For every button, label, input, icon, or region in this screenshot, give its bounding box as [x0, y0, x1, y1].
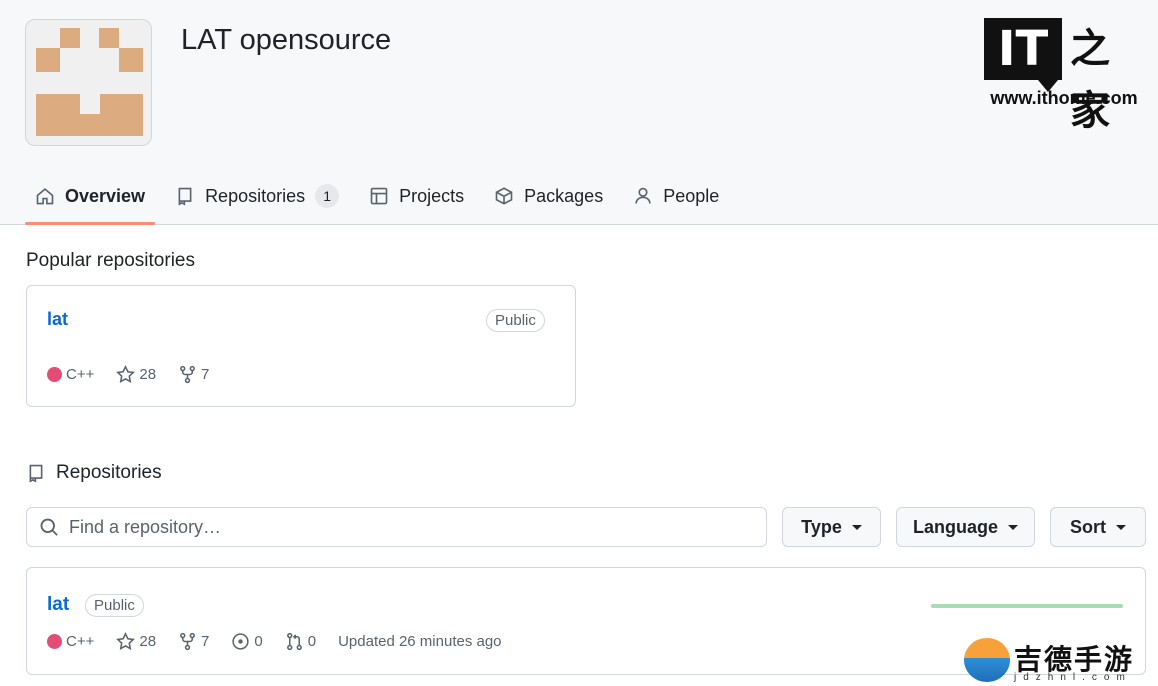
- tab-projects[interactable]: Projects: [359, 170, 474, 222]
- tab-label: People: [663, 185, 720, 206]
- watermark-url: www.ithome.com: [990, 88, 1138, 108]
- forks-count: 7: [201, 633, 210, 650]
- language-label: C++: [66, 366, 95, 383]
- package-icon: [495, 187, 513, 205]
- watermark-brand-cn: 之家: [1070, 27, 1110, 133]
- repositories-heading: Repositories: [26, 462, 162, 484]
- language-item: C++: [47, 633, 94, 650]
- caret-down-icon: [1116, 524, 1126, 530]
- sort-label: Sort: [1070, 516, 1106, 537]
- tab-overview[interactable]: Overview: [25, 170, 156, 225]
- repo-meta: C++ 28 7: [47, 365, 231, 384]
- language-filter-label: Language: [912, 516, 998, 537]
- repo-meta: C++ 28 7 0 0 Updated 26 minutes ago: [47, 632, 502, 651]
- language-dot: [47, 367, 62, 382]
- issue-icon: [232, 633, 250, 650]
- home-icon: [36, 188, 54, 205]
- search-input[interactable]: [69, 516, 749, 538]
- forks-link[interactable]: 7: [178, 365, 209, 384]
- forks-link[interactable]: 7: [178, 632, 209, 651]
- popular-repo-link[interactable]: lat: [47, 309, 68, 330]
- issues-link[interactable]: 0: [231, 632, 263, 651]
- tab-repositories[interactable]: Repositories 1: [165, 170, 349, 222]
- updated-time: Updated 26 minutes ago: [338, 633, 502, 650]
- visibility-badge: Public: [486, 309, 545, 332]
- tab-people[interactable]: People: [623, 170, 729, 222]
- stars-count: 28: [139, 366, 157, 383]
- pull-requests-link[interactable]: 0: [285, 632, 316, 651]
- type-filter-button[interactable]: Type: [782, 507, 881, 547]
- watermark-brand: IT: [984, 18, 1062, 92]
- jdzhnl-watermark: 吉德手游网 jdzhnl.com: [964, 638, 1154, 686]
- repo-icon: [178, 187, 192, 206]
- person-icon: [635, 187, 651, 204]
- star-icon: [116, 365, 136, 383]
- fork-icon: [180, 632, 195, 651]
- forks-count: 7: [201, 366, 210, 383]
- tab-label: Overview: [65, 185, 146, 206]
- org-nav: Overview Repositories 1 Projects Package…: [25, 170, 739, 225]
- watermark2-url: jdzhnl.com: [1014, 672, 1132, 683]
- stars-link[interactable]: 28: [116, 365, 156, 384]
- visibility-badge: Public: [85, 594, 144, 617]
- type-filter-label: Type: [801, 516, 842, 537]
- pull-requests-count: 0: [307, 633, 317, 650]
- table-icon: [370, 187, 388, 205]
- repo-name-link[interactable]: lat: [47, 594, 69, 616]
- fork-icon: [180, 365, 195, 384]
- stars-count: 28: [139, 633, 157, 650]
- popular-repositories-title: Popular repositories: [26, 250, 195, 271]
- sort-button[interactable]: Sort: [1050, 507, 1146, 547]
- language-item: C++: [47, 366, 94, 383]
- repo-count-badge: 1: [315, 184, 340, 208]
- popular-repo-card: lat Public C++ 28 7: [26, 285, 576, 407]
- repositories-title: Repositories: [56, 462, 162, 483]
- ithome-watermark: IT 之家 www.ithome.com: [984, 18, 1144, 133]
- caret-down-icon: [851, 524, 862, 530]
- language-label: C++: [66, 633, 95, 650]
- jdzhnl-logo-icon: [964, 638, 1010, 682]
- search-icon: [40, 518, 58, 536]
- issues-count: 0: [254, 633, 263, 650]
- repo-search: [26, 507, 767, 547]
- tab-packages[interactable]: Packages: [484, 170, 613, 222]
- tab-label: Projects: [399, 185, 465, 206]
- tab-label: Packages: [524, 185, 604, 206]
- stars-link[interactable]: 28: [116, 632, 156, 651]
- language-dot: [47, 634, 62, 649]
- star-icon: [116, 632, 136, 650]
- caret-down-icon: [1008, 524, 1018, 530]
- org-name: LAT opensource: [181, 24, 392, 56]
- pull-request-icon: [286, 632, 302, 651]
- tab-label: Repositories: [205, 185, 306, 206]
- org-avatar[interactable]: [25, 19, 152, 146]
- activity-sparkline: [931, 604, 1123, 608]
- language-filter-button[interactable]: Language: [896, 507, 1035, 547]
- repo-icon: [29, 464, 43, 483]
